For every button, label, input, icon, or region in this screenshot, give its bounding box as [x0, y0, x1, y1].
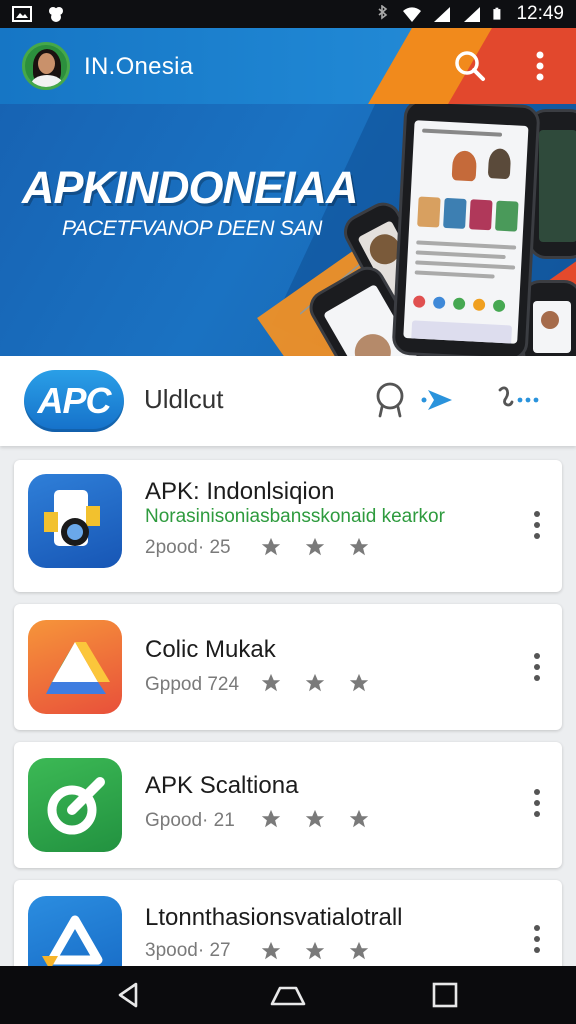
app-title: APK Scaltiona	[145, 772, 299, 799]
signal-icon	[434, 7, 451, 22]
app-subtitle: Norasinisoniasbansskonaid kearkor	[145, 506, 445, 527]
star-icon	[261, 673, 281, 692]
promo-banner[interactable]: APKINDONEIAA PACETFVANOP DEEN SAN	[0, 104, 576, 356]
banner-subtitle: PACETFVANOP DEEN SAN	[62, 217, 323, 240]
navigation-bar	[0, 966, 576, 1024]
more-vert-icon[interactable]	[526, 650, 548, 684]
app-title: Colic Mukak	[145, 636, 276, 663]
app-meta: 3pood· 27	[145, 940, 231, 961]
app-card[interactable]: APK: Indonlsiqion Norasinisoniasbansskon…	[14, 460, 562, 592]
rating-stars	[260, 536, 370, 558]
star-icon	[261, 809, 281, 828]
rating-stars	[260, 940, 370, 962]
star-icon	[305, 537, 325, 556]
star-icon	[349, 673, 369, 692]
star-icon	[261, 941, 281, 960]
more-vert-icon[interactable]	[526, 786, 548, 820]
app-title: IN.Onesia	[84, 53, 194, 80]
wifi-icon	[403, 7, 422, 23]
star-icon	[305, 673, 325, 692]
star-icon	[305, 941, 325, 960]
app-bar: IN.Onesia	[0, 28, 576, 104]
signal-icon	[464, 7, 481, 22]
star-icon	[305, 809, 325, 828]
banner-title: APKINDONEIAA	[22, 162, 359, 213]
star-icon	[261, 537, 281, 556]
app-meta: 2pood· 25	[145, 537, 231, 558]
app-card[interactable]: Colic Mukak Gppod 724	[14, 604, 562, 730]
app-title: Ltonnthasionsvatialotrall	[145, 904, 403, 931]
star-icon	[349, 809, 369, 828]
search-icon[interactable]	[368, 376, 416, 424]
more-vert-icon[interactable]	[526, 922, 548, 956]
bluetooth-icon	[378, 5, 388, 20]
gallery-icon	[12, 6, 32, 22]
share-icon[interactable]	[494, 376, 542, 424]
recents-icon[interactable]	[428, 978, 462, 1012]
star-icon	[349, 941, 369, 960]
send-icon[interactable]	[416, 376, 464, 424]
clock: 12:49	[516, 3, 564, 24]
rating-stars	[260, 672, 370, 694]
rating-stars	[260, 808, 370, 830]
search-card: APC Uldlcut	[0, 356, 576, 446]
app-meta: Gppod 724	[145, 674, 240, 695]
more-vert-icon[interactable]	[526, 508, 548, 542]
pen-circle-icon	[28, 758, 122, 852]
more-vert-icon[interactable]	[526, 48, 554, 84]
drive-triangle-icon	[28, 620, 122, 714]
app-card[interactable]: APK Scaltiona Gpood· 21	[14, 742, 562, 868]
search-icon[interactable]	[450, 46, 490, 86]
phone-camera-icon	[28, 474, 122, 568]
back-icon[interactable]	[112, 978, 146, 1012]
app-meta: Gpood· 21	[145, 810, 235, 831]
star-icon	[349, 537, 369, 556]
home-icon[interactable]	[268, 978, 308, 1012]
status-bar: 12:49	[0, 0, 576, 28]
apc-logo[interactable]: APC	[24, 370, 124, 432]
android-icon	[49, 7, 63, 22]
battery-icon	[493, 7, 501, 20]
phone-mockup-main	[391, 104, 541, 356]
avatar[interactable]	[22, 42, 70, 90]
app-title: APK: Indonlsiqion	[145, 478, 335, 505]
search-label[interactable]: Uldlcut	[144, 384, 223, 415]
